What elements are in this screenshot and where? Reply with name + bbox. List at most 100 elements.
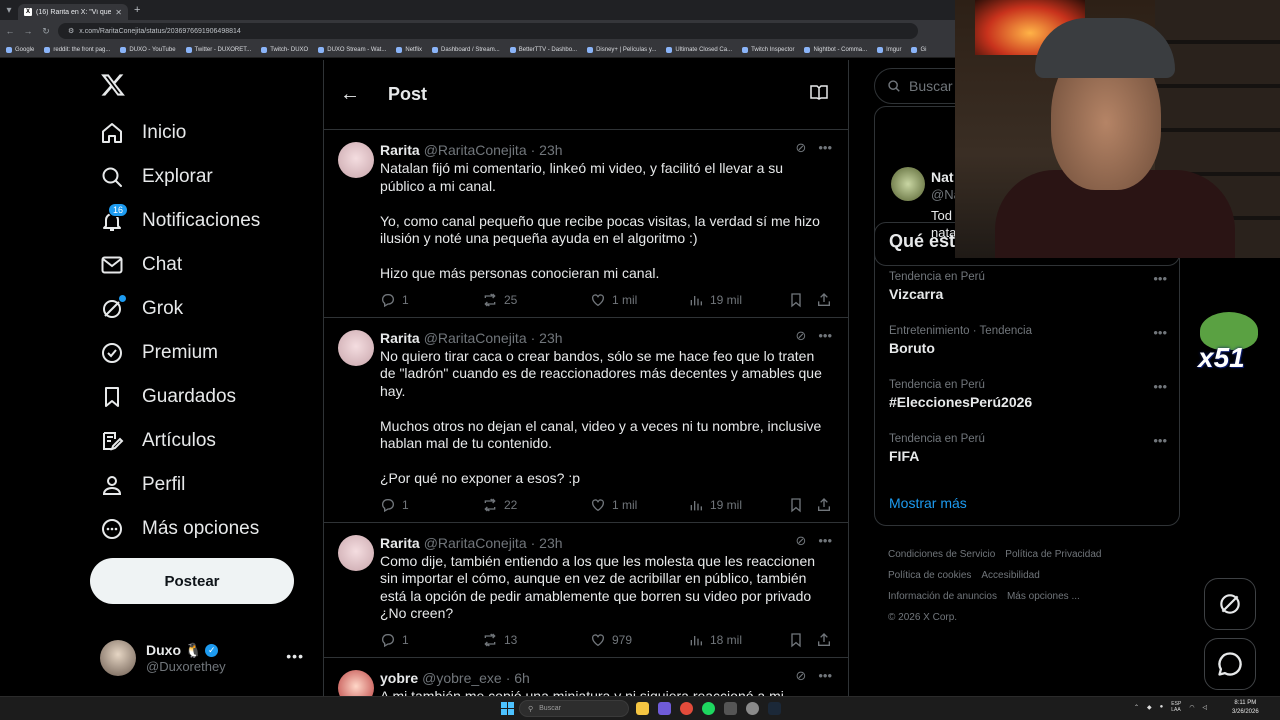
nav-item-explorar[interactable]: Explorar bbox=[100, 155, 213, 199]
bookmark-item[interactable]: Netflix bbox=[396, 46, 422, 53]
more-dots-icon[interactable]: ••• bbox=[818, 328, 832, 344]
grok-floating-button[interactable] bbox=[1204, 578, 1256, 630]
tweet-time[interactable]: · 23h bbox=[531, 535, 563, 551]
back-arrow-icon[interactable]: ← bbox=[340, 83, 372, 106]
more-dots-icon[interactable]: ••• bbox=[1153, 433, 1167, 448]
more-dots-icon[interactable]: ••• bbox=[818, 533, 832, 549]
browser-tab[interactable]: X (16) Rarita en X: "Vi que algun... ✕ bbox=[18, 4, 128, 20]
views-button[interactable]: 18 mil bbox=[688, 632, 788, 648]
nav-item-inicio[interactable]: Inicio bbox=[100, 111, 186, 155]
reply-button[interactable]: 1 bbox=[380, 292, 482, 308]
windows-start-icon[interactable] bbox=[501, 702, 514, 715]
share-button[interactable] bbox=[816, 292, 832, 308]
bookmark-item[interactable]: Nightbot - Comma... bbox=[804, 46, 867, 53]
nav-item-perfil[interactable]: Perfil bbox=[100, 463, 185, 507]
reply-tweet[interactable]: Rarita @RaritaConejita · 23h ⊘ ••• No quiero … bbox=[324, 318, 848, 523]
bookmark-button[interactable] bbox=[788, 632, 816, 648]
footer-link[interactable]: © 2026 X Corp. bbox=[888, 612, 957, 623]
steam-icon[interactable] bbox=[768, 702, 781, 715]
account-switcher[interactable]: Duxo 🐧 ✓ @Duxorethey ••• bbox=[100, 636, 310, 680]
tweet-time[interactable]: · 6h bbox=[506, 670, 530, 686]
bookmark-item[interactable]: Google bbox=[6, 46, 34, 53]
tweet-author-handle[interactable]: @RaritaConejita bbox=[424, 330, 527, 346]
site-info-icon[interactable]: ⚙ bbox=[68, 27, 74, 35]
tweet-author-handle[interactable]: @yobre_exe bbox=[422, 670, 502, 686]
footer-link[interactable]: Condiciones de Servicio bbox=[888, 549, 995, 560]
more-dots-icon[interactable]: ••• bbox=[1153, 379, 1167, 394]
footer-link[interactable]: Accesibilidad bbox=[981, 570, 1039, 581]
tweet-author-handle[interactable]: @RaritaConejita bbox=[424, 142, 527, 158]
nav-item-notificaciones[interactable]: 16 Notificaciones bbox=[100, 199, 260, 243]
grok-icon[interactable]: ⊘ bbox=[795, 140, 806, 156]
url-field[interactable]: ⚙ x.com/RaritaConejita/status/2036976691… bbox=[58, 23, 918, 39]
repost-button[interactable]: 22 bbox=[482, 497, 590, 513]
trend-item[interactable]: Tendencia en Perú #EleccionesPerú2026 ••• bbox=[889, 379, 1167, 410]
tweet-author-name[interactable]: Rarita bbox=[380, 330, 420, 346]
trend-item[interactable]: Entretenimiento · Tendencia Boruto ••• bbox=[889, 325, 1167, 356]
nav-item-premium[interactable]: Premium bbox=[100, 331, 218, 375]
reply-button[interactable]: 1 bbox=[380, 632, 482, 648]
file-explorer-icon[interactable] bbox=[636, 702, 649, 715]
trend-item[interactable]: Tendencia en Perú FIFA ••• bbox=[889, 433, 1167, 464]
avatar[interactable] bbox=[338, 329, 374, 366]
more-dots-icon[interactable]: ••• bbox=[286, 648, 304, 664]
avatar[interactable] bbox=[338, 534, 374, 571]
nav-item-grok[interactable]: Grok bbox=[100, 287, 183, 331]
footer-link[interactable]: Política de cookies bbox=[888, 570, 971, 581]
tray-app-icon[interactable]: ◆ bbox=[1147, 704, 1152, 711]
discord-icon[interactable] bbox=[658, 702, 671, 715]
bookmark-item[interactable]: Twitch Inspector bbox=[742, 46, 794, 53]
bookmark-item[interactable]: Imgur bbox=[877, 46, 901, 53]
like-button[interactable]: 1 mil bbox=[590, 292, 688, 308]
views-button[interactable]: 19 mil bbox=[688, 292, 788, 308]
more-dots-icon[interactable]: ••• bbox=[1153, 271, 1167, 286]
share-button[interactable] bbox=[816, 497, 832, 513]
tweet-time[interactable]: · 23h bbox=[531, 142, 563, 158]
avatar[interactable] bbox=[338, 669, 374, 696]
reply-tweet[interactable]: Rarita @RaritaConejita · 23h ⊘ ••• Natalan fi… bbox=[324, 130, 848, 318]
taskbar-search[interactable]: ⚲ Buscar bbox=[519, 700, 629, 717]
like-button[interactable]: 1 mil bbox=[590, 497, 688, 513]
tweet-author-name[interactable]: Rarita bbox=[380, 535, 420, 551]
reply-tweet[interactable]: Rarita @RaritaConejita · 23h ⊘ ••• Como dije,… bbox=[324, 523, 848, 658]
tweet-author-name[interactable]: Rarita bbox=[380, 142, 420, 158]
footer-link[interactable]: Política de Privacidad bbox=[1005, 549, 1101, 560]
grok-icon[interactable]: ⊘ bbox=[795, 328, 806, 344]
avatar[interactable] bbox=[338, 142, 374, 178]
messages-floating-button[interactable] bbox=[1204, 638, 1256, 690]
nav-item-chat[interactable]: Chat bbox=[100, 243, 182, 287]
reply-button[interactable]: 1 bbox=[380, 497, 482, 513]
wifi-icon[interactable]: ◠ bbox=[1189, 704, 1194, 711]
views-button[interactable]: 19 mil bbox=[688, 497, 788, 513]
more-dots-icon[interactable]: ••• bbox=[818, 140, 832, 156]
nav-item-mas-opciones[interactable]: Más opciones bbox=[100, 507, 259, 551]
reader-mode-icon[interactable] bbox=[810, 84, 828, 100]
like-button[interactable]: 979 bbox=[590, 632, 688, 648]
obs-icon[interactable] bbox=[746, 702, 759, 715]
more-dots-icon[interactable]: ••• bbox=[1153, 325, 1167, 340]
tweet-time[interactable]: · 23h bbox=[531, 330, 563, 346]
bookmark-item[interactable]: Ultimate Closed Ca... bbox=[666, 46, 732, 53]
bookmark-item[interactable]: Dashboard / Stream... bbox=[432, 46, 500, 53]
spotify-icon[interactable] bbox=[702, 702, 715, 715]
taskbar-clock[interactable]: 8:11 PM 3/26/2026 bbox=[1232, 699, 1259, 717]
bookmark-item[interactable]: Twitter - DUXORET... bbox=[185, 46, 251, 53]
forward-arrow-icon[interactable]: → bbox=[22, 26, 34, 36]
footer-link[interactable]: Información de anuncios bbox=[888, 591, 997, 602]
footer-link[interactable]: Más opciones ... bbox=[1007, 591, 1080, 602]
nav-item-articulos[interactable]: Artículos bbox=[100, 419, 216, 463]
repost-button[interactable]: 25 bbox=[482, 292, 590, 308]
tray-app-icon[interactable]: ● bbox=[1160, 704, 1164, 710]
bookmark-item[interactable]: DUXO - YouTube bbox=[120, 46, 176, 53]
avatar[interactable] bbox=[891, 167, 925, 201]
back-arrow-icon[interactable]: ← bbox=[4, 26, 16, 36]
bookmark-item[interactable]: Disney+ | Películas y... bbox=[587, 46, 656, 53]
x-logo-icon[interactable] bbox=[100, 72, 126, 98]
repost-button[interactable]: 13 bbox=[482, 632, 590, 648]
bookmark-item[interactable]: Gi bbox=[911, 46, 926, 53]
reply-tweet[interactable]: yobre @yobre_exe · 6h ⊘ ••• A mi también me c… bbox=[324, 658, 848, 696]
bookmark-button[interactable] bbox=[788, 292, 816, 308]
more-dots-icon[interactable]: ••• bbox=[818, 668, 832, 684]
trend-item[interactable]: Tendencia en Perú Vizcarra ••• bbox=[889, 271, 1167, 302]
volume-icon[interactable]: ◁ bbox=[1203, 704, 1208, 711]
